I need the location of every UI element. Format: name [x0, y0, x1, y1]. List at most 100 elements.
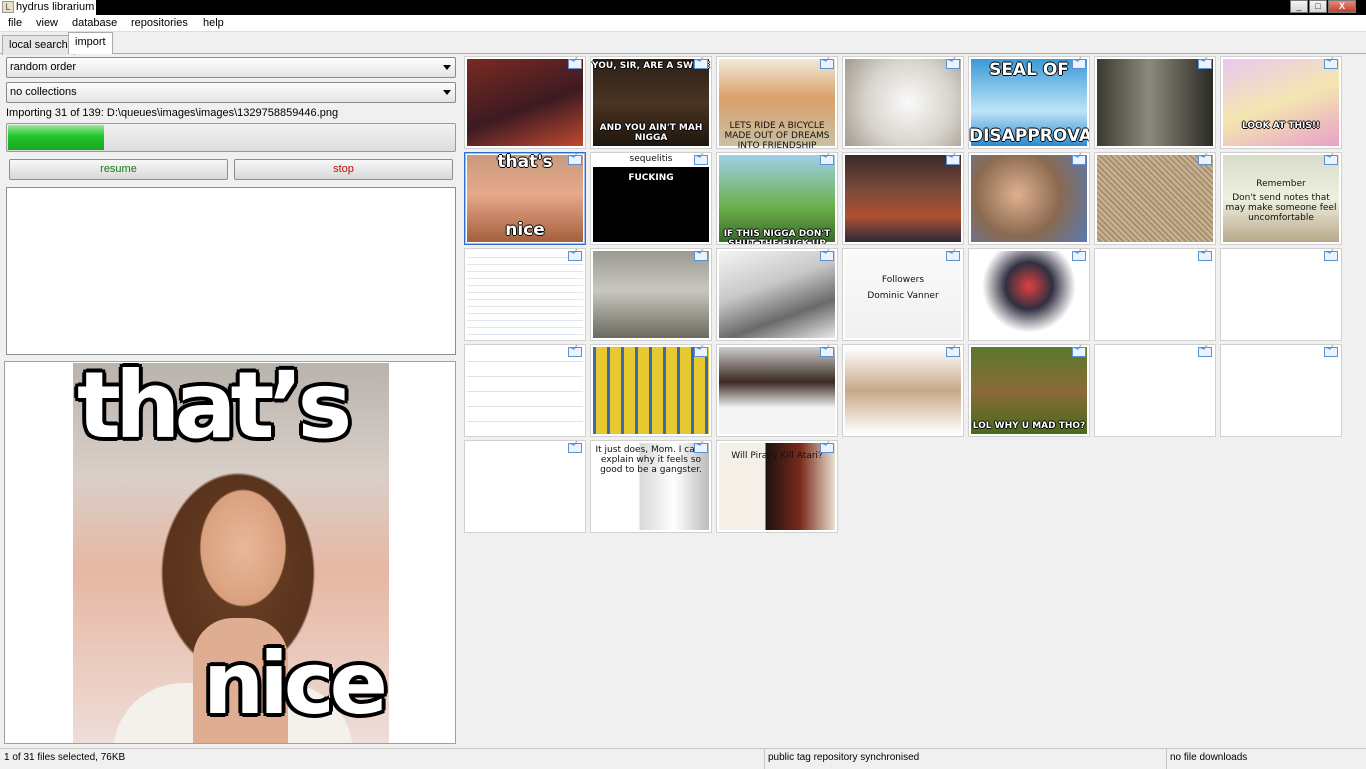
sort-select-value: random order	[10, 61, 77, 73]
thumb-webcam-guy[interactable]	[968, 152, 1090, 245]
thumb-tweet-6[interactable]	[464, 440, 586, 533]
chevron-down-icon	[443, 65, 451, 70]
thumbnail-caption: that's	[497, 152, 553, 172]
minimize-button[interactable]: _	[1290, 0, 1308, 13]
thumb-followers[interactable]: Followers Dominic Vanner	[842, 248, 964, 341]
thumb-duck[interactable]: LOL WHY U MAD THO?	[968, 344, 1090, 437]
thumb-tweet-3[interactable]	[464, 344, 586, 437]
thumb-texture[interactable]	[1094, 152, 1216, 245]
import-log-box[interactable]	[6, 187, 456, 355]
preview-bottom-caption: nice	[203, 634, 388, 734]
thumb-dark-hallway[interactable]	[1094, 56, 1216, 149]
thumb-basketball-crowd[interactable]	[842, 152, 964, 245]
thumbnail-image	[1223, 347, 1339, 434]
sort-select[interactable]: random order	[6, 57, 456, 78]
inbox-icon	[820, 59, 834, 69]
thumbnail-image	[719, 347, 835, 434]
thumb-gangster-comic[interactable]: It just does, Mom. I can't explain why i…	[590, 440, 712, 533]
tab-local-search[interactable]: local search	[2, 35, 75, 55]
thumbnail-image	[845, 59, 961, 146]
title-bar: hydrus librarium L _ □ X	[0, 0, 1366, 15]
resume-button[interactable]: resume	[9, 159, 228, 180]
thumb-remember-note[interactable]: Remember Don't send notes that may make s…	[1220, 152, 1342, 245]
thumb-thats-nice[interactable]: that's nice	[464, 152, 586, 245]
tab-import[interactable]: import	[68, 32, 113, 54]
thumb-manga[interactable]	[716, 248, 838, 341]
inbox-icon	[946, 59, 960, 69]
close-button[interactable]: X	[1328, 0, 1356, 13]
inbox-icon	[568, 155, 582, 165]
thumbnail-caption: LETS RIDE A BICYCLE MADE OUT OF DREAMS I…	[724, 121, 830, 149]
thumbnail-image	[1097, 59, 1213, 146]
menu-repositories[interactable]: repositories	[131, 16, 188, 31]
inbox-icon	[1324, 347, 1338, 357]
thumb-cat[interactable]	[842, 56, 964, 149]
thumb-tweet-1[interactable]	[1094, 248, 1216, 341]
inbox-icon	[694, 155, 708, 165]
thumb-zelda[interactable]: IF THIS NIGGA DON'T SHUT THE FUCK UP	[716, 152, 838, 245]
thumb-robot-girl[interactable]	[968, 248, 1090, 341]
thumbnail-caption: It just does, Mom. I can't explain why i…	[595, 445, 707, 475]
app-icon: L	[2, 1, 14, 13]
thumb-sequelitis[interactable]: sequelitis FUCKING	[590, 152, 712, 245]
menu-database[interactable]: database	[72, 16, 117, 31]
media-preview[interactable]: that’s nice	[4, 361, 456, 744]
thumbnail-caption: YOU, SIR, ARE A SWINE	[592, 61, 710, 71]
thumb-anime-girls[interactable]	[464, 56, 586, 149]
thumb-look-at-this[interactable]: LOOK AT THIS!!	[1220, 56, 1342, 149]
maximize-button[interactable]: □	[1309, 0, 1327, 13]
inbox-icon	[1072, 251, 1086, 261]
inbox-icon	[820, 347, 834, 357]
thumb-tweet-5[interactable]	[1220, 344, 1342, 437]
thumbnail-caption: Remember	[1256, 179, 1306, 189]
thumbnail-image	[1097, 251, 1213, 338]
thumb-will-piracy-kill-atari[interactable]: Will Piracy Kill Atari?	[716, 440, 838, 533]
menu-help[interactable]: help	[203, 16, 224, 31]
thumbnail-image	[1223, 251, 1339, 338]
inbox-icon	[820, 251, 834, 261]
inbox-icon	[568, 443, 582, 453]
thumb-seal-of-disapproval[interactable]: SEAL OF DISAPPROVAL	[968, 56, 1090, 149]
menu-view[interactable]: view	[36, 16, 58, 31]
thumbnail-caption: SEAL OF	[989, 60, 1069, 80]
inbox-icon	[1324, 155, 1338, 165]
inbox-icon	[946, 251, 960, 261]
status-divider	[1166, 749, 1167, 769]
thumb-tweet-2[interactable]	[1220, 248, 1342, 341]
thumb-laughing-women[interactable]	[716, 344, 838, 437]
thumbnail-caption: Dominic Vanner	[867, 291, 939, 301]
thumbnail-caption: DISAPPROVAL	[969, 126, 1090, 146]
collect-select[interactable]: no collections	[6, 82, 456, 103]
thumb-tweet-list[interactable]	[464, 248, 586, 341]
inbox-icon	[694, 443, 708, 453]
inbox-icon	[568, 347, 582, 357]
thumbnail-image	[593, 251, 709, 338]
selection-status: 1 of 31 files selected, 76KB	[4, 752, 126, 763]
thumbnail-image	[1223, 59, 1339, 146]
thumbnail-image	[593, 347, 709, 434]
thumbnail-caption: nice	[505, 220, 545, 240]
thumbnail-image	[467, 443, 583, 530]
thumb-car-rain[interactable]	[590, 248, 712, 341]
progress-fill	[8, 125, 104, 150]
inbox-icon	[694, 59, 708, 69]
thumb-old-men[interactable]	[842, 344, 964, 437]
thumbnail-image	[971, 251, 1087, 338]
thumbnail-caption: LOL WHY U MAD THO?	[972, 421, 1086, 431]
inbox-icon	[820, 443, 834, 453]
thumb-tweet-4[interactable]	[1094, 344, 1216, 437]
import-progress-bar	[6, 123, 456, 152]
thumbnail-caption: IF THIS NIGGA DON'T SHUT THE FUCK UP	[723, 229, 831, 245]
thumb-swine-meme[interactable]: YOU, SIR, ARE A SWINE AND YOU AIN'T MAH N…	[590, 56, 712, 149]
inbox-icon	[1072, 347, 1086, 357]
inbox-icon	[1198, 251, 1212, 261]
stop-button[interactable]: stop	[234, 159, 453, 180]
thumb-simpsons[interactable]	[590, 344, 712, 437]
import-status-text: Importing 31 of 139: D:\queues\images\im…	[6, 107, 339, 119]
menu-file[interactable]: file	[8, 16, 22, 31]
thumbnail-image	[593, 155, 709, 242]
import-panel: random order no collections Importing 31…	[0, 54, 462, 744]
thumb-corgi[interactable]: LETS RIDE A BICYCLE MADE OUT OF DREAMS I…	[716, 56, 838, 149]
inbox-icon	[820, 155, 834, 165]
inbox-icon	[1198, 59, 1212, 69]
